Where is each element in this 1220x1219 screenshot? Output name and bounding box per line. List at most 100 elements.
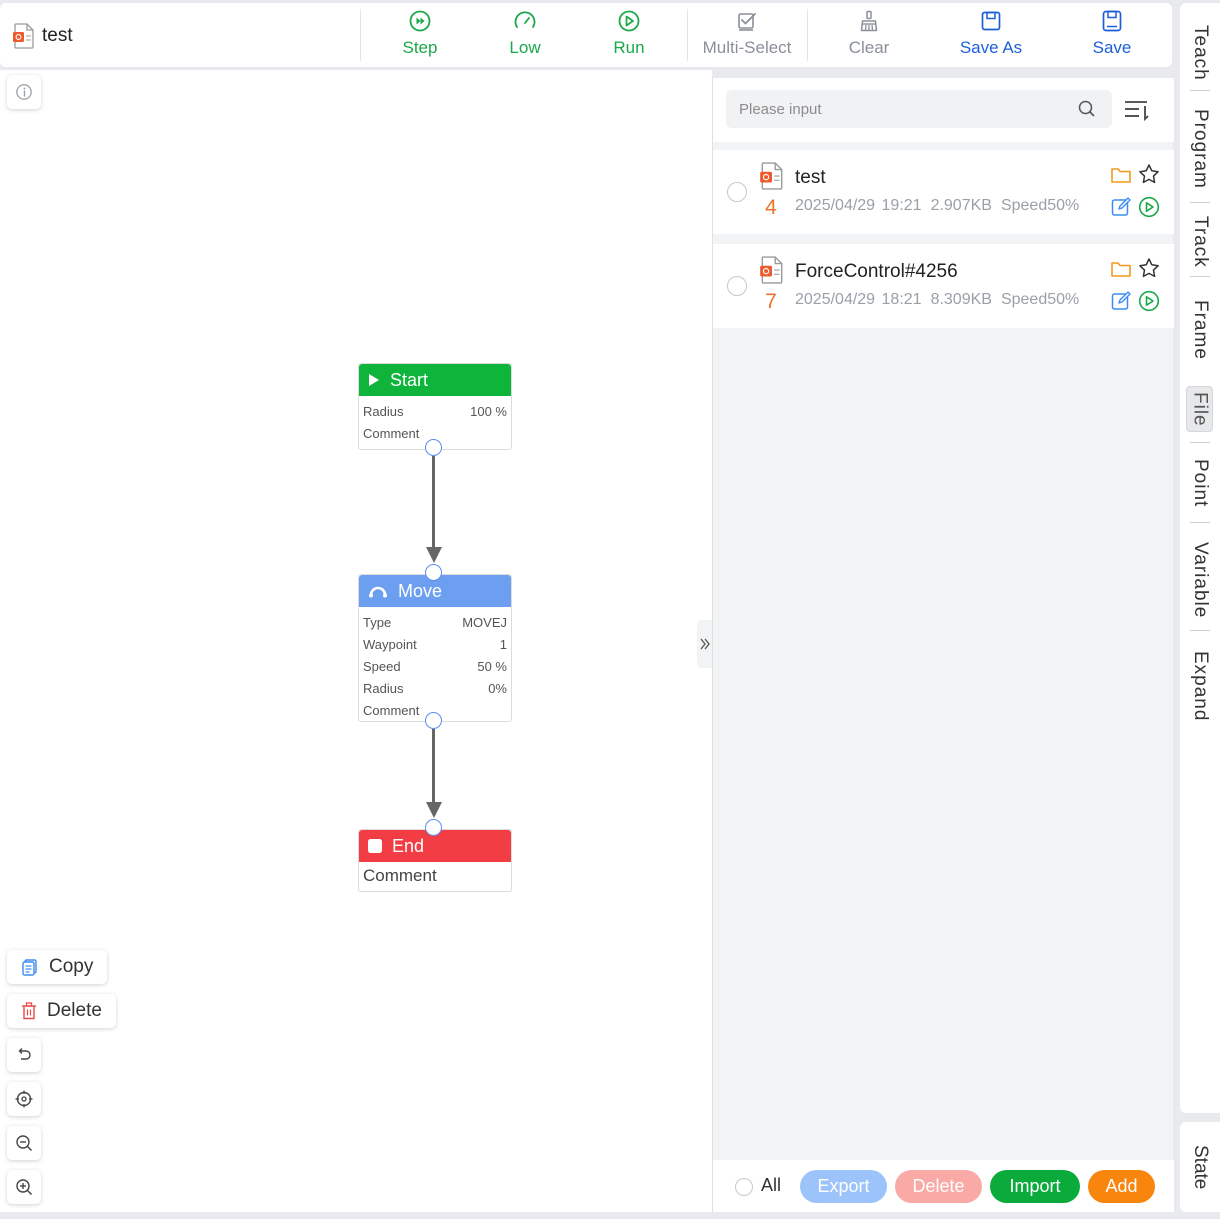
play-icon bbox=[369, 374, 379, 386]
save-button[interactable]: Save bbox=[1067, 9, 1157, 63]
toolbar-divider bbox=[807, 9, 808, 61]
start-out-port[interactable] bbox=[425, 439, 442, 456]
zoom-out-button[interactable] bbox=[7, 1126, 41, 1160]
run-file-icon[interactable] bbox=[1138, 290, 1160, 312]
tab-divider bbox=[1190, 442, 1210, 443]
file-list-item[interactable]: 7 ForceControl#4256 2025/04/29 18:21 8.30… bbox=[713, 244, 1174, 328]
move-node[interactable]: Move Type MOVEJ Waypoint 1 Speed 50 % Ra… bbox=[358, 574, 512, 722]
zoom-out-icon bbox=[16, 1135, 33, 1152]
edit-icon[interactable] bbox=[1110, 290, 1132, 312]
tab-state[interactable]: State bbox=[1180, 1122, 1220, 1212]
delete-button[interactable]: Delete bbox=[7, 994, 116, 1028]
copy-label: Copy bbox=[49, 956, 94, 977]
side-tabs: Teach Program Track Frame File Point Var… bbox=[1180, 3, 1220, 1113]
folder-icon[interactable] bbox=[1110, 258, 1132, 280]
run-file-icon[interactable] bbox=[1138, 196, 1160, 218]
tab-divider bbox=[1190, 90, 1210, 91]
step-label: Step bbox=[402, 38, 438, 57]
broom-icon bbox=[860, 10, 878, 32]
clear-button[interactable]: Clear bbox=[824, 9, 914, 63]
export-button[interactable]: Export bbox=[800, 1170, 887, 1203]
search-input[interactable] bbox=[726, 90, 1112, 128]
move-node-title: Move bbox=[398, 580, 443, 601]
run-button[interactable]: Run bbox=[584, 9, 674, 63]
field-value: MOVEJ bbox=[462, 614, 507, 630]
step-button[interactable]: Step bbox=[375, 9, 465, 63]
import-button[interactable]: Import bbox=[990, 1170, 1080, 1203]
search-icon[interactable] bbox=[1077, 99, 1097, 119]
node-field: Radius 100 % bbox=[359, 400, 511, 422]
start-node-header: Start bbox=[359, 364, 511, 396]
search-bar bbox=[713, 78, 1174, 142]
save-as-button[interactable]: Save As bbox=[946, 9, 1036, 63]
file-step-count: 7 bbox=[765, 290, 777, 313]
move-out-port[interactable] bbox=[425, 712, 442, 729]
field-label: Radius bbox=[363, 680, 404, 696]
field-label: Radius bbox=[363, 403, 404, 419]
undo-button[interactable] bbox=[7, 1038, 41, 1072]
flow-canvas[interactable]: Start Radius 100 % Comment Move Type MOV… bbox=[0, 70, 712, 1212]
end-node-title: End bbox=[392, 835, 425, 856]
save-as-icon bbox=[981, 11, 1001, 31]
program-file-icon bbox=[13, 23, 34, 49]
step-icon bbox=[409, 10, 431, 32]
info-button[interactable] bbox=[7, 75, 41, 109]
tab-expand[interactable]: Expand bbox=[1180, 641, 1220, 731]
double-chevron-right-icon bbox=[700, 638, 710, 650]
add-button[interactable]: Add bbox=[1088, 1170, 1155, 1203]
file-speed: Speed50% bbox=[1000, 291, 1080, 308]
tab-label: Frame bbox=[1190, 300, 1211, 360]
move-in-port[interactable] bbox=[425, 564, 442, 581]
low-speed-button[interactable]: Low bbox=[480, 9, 570, 63]
tab-program[interactable]: Program bbox=[1180, 101, 1220, 197]
edit-icon[interactable] bbox=[1110, 196, 1132, 218]
delete-files-button[interactable]: Delete bbox=[895, 1170, 982, 1203]
end-in-port[interactable] bbox=[425, 819, 442, 836]
folder-icon[interactable] bbox=[1110, 164, 1132, 186]
tab-teach[interactable]: Teach bbox=[1180, 17, 1220, 89]
stop-icon bbox=[368, 839, 382, 853]
start-node-title: Start bbox=[390, 369, 429, 390]
tab-track[interactable]: Track bbox=[1180, 213, 1220, 271]
tab-divider bbox=[1190, 202, 1210, 203]
star-icon[interactable] bbox=[1138, 257, 1160, 279]
start-node[interactable]: Start Radius 100 % Comment bbox=[358, 363, 512, 450]
field-label: Waypoint bbox=[363, 636, 417, 652]
copy-button[interactable]: Copy bbox=[7, 950, 108, 984]
tab-frame[interactable]: Frame bbox=[1180, 287, 1220, 373]
node-field: Waypoint 1 bbox=[359, 633, 511, 655]
tab-label: File bbox=[1189, 391, 1211, 427]
star-icon[interactable] bbox=[1138, 163, 1160, 185]
zoom-in-button[interactable] bbox=[7, 1170, 41, 1204]
delete-label: Delete bbox=[47, 1000, 102, 1021]
center-view-button[interactable] bbox=[7, 1082, 41, 1116]
file-date: 2025/04/29 19:21 bbox=[795, 197, 922, 214]
collapse-panel-handle[interactable] bbox=[697, 620, 713, 668]
file-select-radio[interactable] bbox=[727, 276, 747, 296]
zoom-in-icon bbox=[16, 1179, 33, 1196]
file-title: test bbox=[12, 23, 73, 49]
speedometer-icon bbox=[514, 11, 536, 28]
copy-icon bbox=[22, 959, 37, 976]
select-all-radio[interactable] bbox=[735, 1178, 753, 1196]
tab-label: Variable bbox=[1190, 541, 1211, 619]
tab-divider bbox=[1190, 630, 1210, 631]
sort-icon[interactable] bbox=[1123, 96, 1151, 124]
end-node[interactable]: End Comment bbox=[358, 829, 512, 892]
tab-variable[interactable]: Variable bbox=[1180, 533, 1220, 627]
tab-label: Expand bbox=[1190, 650, 1211, 722]
file-meta: 2025/04/29 19:21 2.907KB Speed50% bbox=[795, 197, 1088, 215]
tab-file[interactable]: File bbox=[1186, 386, 1213, 432]
select-all-label[interactable]: All bbox=[761, 1175, 781, 1196]
multi-select-icon bbox=[738, 13, 756, 31]
file-list-item[interactable]: 4 test 2025/04/29 19:21 2.907KB Speed50% bbox=[713, 150, 1174, 234]
save-icon bbox=[1102, 10, 1122, 32]
node-field: Type MOVEJ bbox=[359, 611, 511, 633]
tab-point[interactable]: Point bbox=[1180, 453, 1220, 513]
multi-select-button[interactable]: Multi-Select bbox=[702, 9, 792, 63]
end-node-comment: Comment bbox=[363, 866, 437, 885]
file-select-radio[interactable] bbox=[727, 182, 747, 202]
node-field: Radius 0% bbox=[359, 677, 511, 699]
file-size: 2.907KB bbox=[930, 197, 992, 214]
field-label: Type bbox=[363, 614, 392, 630]
